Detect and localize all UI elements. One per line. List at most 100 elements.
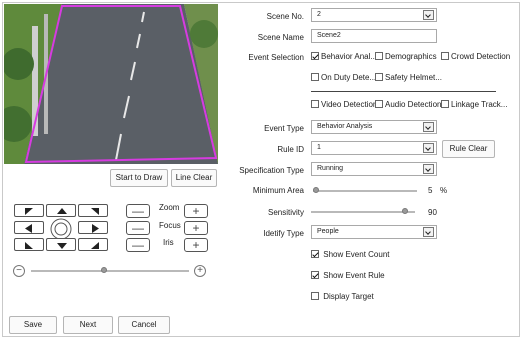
chevron-down-icon — [423, 10, 434, 20]
speed-increase-button[interactable]: + — [194, 265, 206, 277]
checkbox-label: Show Event Rule — [323, 271, 385, 280]
display-target-checkbox[interactable]: Display Target — [311, 292, 374, 301]
plus-icon: + — [192, 221, 200, 235]
zoom-out-button[interactable]: — — [126, 204, 150, 218]
show-event-rule-checkbox[interactable]: Show Event Rule — [311, 271, 385, 280]
start-to-draw-button[interactable]: Start to Draw — [110, 169, 168, 187]
minimum-area-unit: % — [440, 186, 448, 195]
ptz-home-button[interactable] — [48, 218, 74, 240]
ptz-down-button[interactable] — [46, 238, 76, 251]
event-audio-detection-checkbox[interactable]: Audio Detection — [375, 100, 441, 109]
speed-slider-thumb[interactable] — [100, 267, 107, 273]
focus-far-button[interactable]: + — [184, 221, 208, 235]
checkbox-checked-icon — [311, 250, 319, 258]
scene-name-value: Scene2 — [317, 32, 341, 39]
scene-no-select[interactable]: 2 — [311, 8, 437, 22]
minus-icon: — — [132, 238, 144, 252]
ptz-down-left-button[interactable] — [14, 238, 44, 251]
sensitivity-label: Sensitivity — [267, 208, 304, 217]
speed-decrease-button[interactable]: − — [13, 265, 25, 277]
scene-name-input[interactable]: Scene2 — [311, 29, 437, 43]
specification-type-value: Running — [317, 165, 344, 172]
iris-close-button[interactable]: — — [126, 238, 150, 252]
arrow-down-left-icon — [25, 242, 33, 249]
checkbox-checked-icon — [311, 52, 319, 60]
scene-name-label: Scene Name — [257, 33, 304, 42]
scene-no-label: Scene No. — [266, 12, 304, 21]
save-button[interactable]: Save — [9, 316, 57, 334]
focus-near-button[interactable]: — — [126, 221, 150, 235]
ptz-up-right-button[interactable] — [78, 204, 108, 217]
divider — [311, 91, 496, 92]
next-button[interactable]: Next — [63, 316, 113, 334]
specification-type-label: Specification Type — [239, 166, 304, 175]
cancel-button[interactable]: Cancel — [118, 316, 170, 334]
zoom-label: Zoom — [159, 203, 180, 212]
arrow-up-icon — [57, 208, 67, 214]
camera-scene-image — [4, 4, 218, 164]
checkbox-icon — [311, 100, 319, 108]
iris-label: Iris — [163, 238, 174, 247]
event-demographics-checkbox[interactable]: Demographics — [375, 52, 437, 61]
checkbox-label: Safety Helmet... — [385, 73, 442, 82]
event-selection-label: Event Selection — [248, 53, 304, 62]
scene-no-value: 2 — [317, 11, 321, 18]
checkbox-label: Crowd Detection — [451, 52, 511, 61]
minus-icon: — — [132, 221, 144, 235]
ptz-left-button[interactable] — [14, 221, 44, 234]
minimum-area-value: 5 — [428, 186, 433, 195]
event-type-select[interactable]: Behavior Analysis — [311, 120, 437, 134]
checkbox-label: Display Target — [323, 292, 374, 301]
arrow-left-icon — [25, 224, 32, 233]
arrow-down-right-icon — [91, 242, 99, 249]
ptz-up-left-button[interactable] — [14, 204, 44, 217]
checkbox-icon — [441, 100, 449, 108]
video-preview[interactable] — [4, 4, 218, 164]
rule-id-label: Rule ID — [277, 145, 304, 154]
rule-clear-button[interactable]: Rule Clear — [442, 140, 495, 158]
focus-label: Focus — [159, 221, 181, 230]
minimum-area-slider-track[interactable] — [313, 190, 417, 192]
checkbox-icon — [311, 73, 319, 81]
chevron-down-icon — [423, 227, 434, 237]
chevron-down-icon — [423, 122, 434, 132]
event-crowd-detection-checkbox[interactable]: Crowd Detection — [441, 52, 510, 61]
arrow-up-right-icon — [91, 208, 99, 215]
sensitivity-slider-thumb[interactable] — [401, 208, 408, 214]
checkbox-icon — [375, 73, 383, 81]
ptz-right-button[interactable] — [78, 221, 108, 234]
iris-open-button[interactable]: + — [184, 238, 208, 252]
line-clear-button[interactable]: Line Clear — [171, 169, 217, 187]
checkbox-label: Behavior Anal... — [321, 52, 378, 61]
minimum-area-label: Minimum Area — [252, 186, 304, 195]
minus-icon: — — [132, 204, 144, 218]
event-safety-helmet-checkbox[interactable]: Safety Helmet... — [375, 73, 442, 82]
sensitivity-value: 90 — [428, 208, 437, 217]
event-behavior-analysis-checkbox[interactable]: Behavior Anal... — [311, 52, 377, 61]
show-event-count-checkbox[interactable]: Show Event Count — [311, 250, 390, 259]
event-on-duty-detection-checkbox[interactable]: On Duty Dete... — [311, 73, 376, 82]
checkbox-label: Audio Detection — [385, 100, 442, 109]
identify-type-select[interactable]: People — [311, 225, 437, 239]
sensitivity-slider-track[interactable] — [311, 211, 415, 213]
event-type-label: Event Type — [264, 124, 304, 133]
rule-id-select[interactable]: 1 — [311, 141, 437, 155]
event-video-detection-checkbox[interactable]: Video Detection — [311, 100, 377, 109]
arrow-right-icon — [92, 224, 99, 233]
checkbox-icon — [375, 52, 383, 60]
checkbox-label: Demographics — [385, 52, 437, 61]
checkbox-label: Video Detection — [321, 100, 378, 109]
ptz-up-button[interactable] — [46, 204, 76, 217]
ptz-down-right-button[interactable] — [78, 238, 108, 251]
chevron-down-icon — [423, 164, 434, 174]
chevron-down-icon — [423, 143, 434, 153]
checkbox-label: Show Event Count — [323, 250, 390, 259]
specification-type-select[interactable]: Running — [311, 162, 437, 176]
zoom-in-button[interactable]: + — [184, 204, 208, 218]
identify-type-label: Idetify Type — [263, 229, 304, 238]
event-linkage-tracking-checkbox[interactable]: Linkage Track... — [441, 100, 507, 109]
checkbox-label: Linkage Track... — [451, 100, 508, 109]
event-type-value: Behavior Analysis — [317, 123, 373, 130]
speed-slider-track[interactable] — [31, 270, 189, 272]
checkbox-icon — [375, 100, 383, 108]
